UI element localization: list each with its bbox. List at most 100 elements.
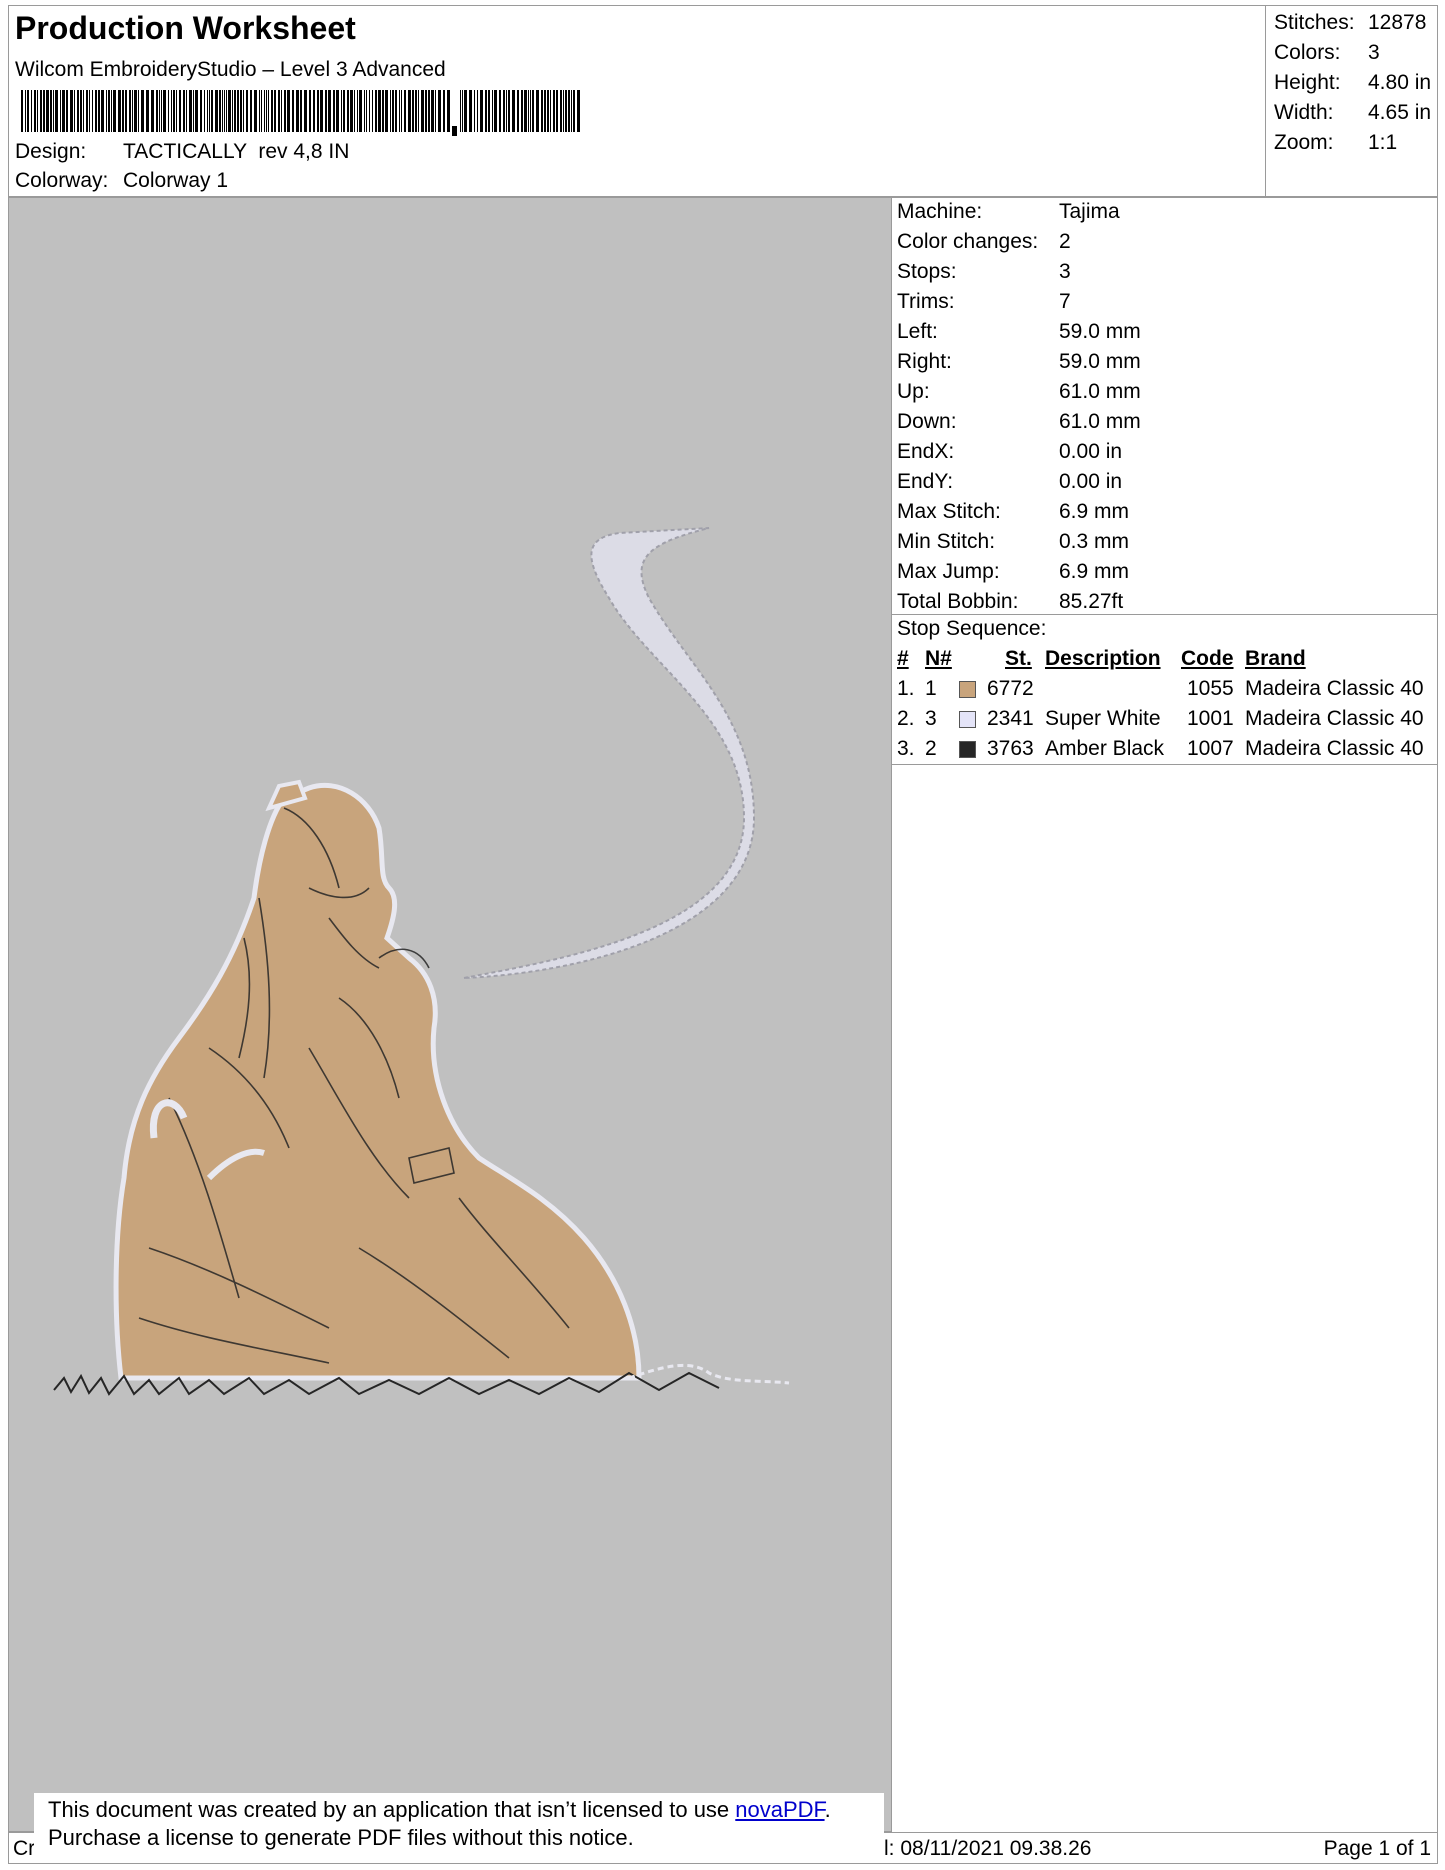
barcode-bar	[268, 90, 269, 132]
barcode-bar	[108, 90, 110, 132]
barcode-bar	[118, 90, 121, 132]
barcode-bar	[431, 90, 434, 132]
barcode-bar	[89, 90, 90, 132]
barcode-bar	[464, 90, 467, 132]
barcode-bar	[25, 90, 26, 132]
embroidery-artwork	[53, 527, 790, 1396]
barcode-bar	[390, 90, 391, 132]
stat-height: Height: 4.80 in	[1274, 71, 1432, 94]
barcode-bar	[186, 90, 187, 132]
barcode-bar	[141, 90, 144, 132]
detail-color-changes: Color changes: 2	[897, 230, 1071, 253]
barcode-bar	[485, 90, 487, 132]
barcode-bar	[392, 90, 394, 132]
detail-right: Right: 59.0 mm	[897, 350, 1141, 373]
barcode-bar	[159, 90, 160, 132]
barcode-bar	[474, 90, 475, 132]
barcode-bar	[547, 90, 549, 132]
barcode-bar	[46, 90, 49, 132]
smoke-trail	[463, 527, 756, 979]
row-brand: Madeira Classic 40	[1245, 707, 1424, 730]
stat-zoom: Zoom: 1:1	[1274, 131, 1398, 154]
license-notice: This document was created by an applicat…	[34, 1793, 884, 1861]
barcode-bar	[488, 90, 490, 132]
barcode-bar	[412, 90, 414, 132]
detail-endy: EndY: 0.00 in	[897, 470, 1123, 493]
barcode-bar	[460, 90, 461, 132]
barcode-bar	[281, 90, 282, 132]
col-header-brand: Brand	[1245, 647, 1306, 670]
barcode-bar	[544, 90, 546, 132]
detail-machine: Machine: Tajima	[897, 200, 1120, 223]
barcode-bar	[325, 90, 327, 132]
row-description: Amber Black	[1045, 737, 1165, 760]
colorway-value: Colorway 1	[123, 169, 229, 192]
color-swatch	[959, 741, 976, 758]
barcode-bar	[98, 90, 100, 132]
barcode-bar	[320, 90, 323, 132]
barcode-bar	[138, 90, 139, 132]
barcode-bar	[55, 90, 58, 132]
barcode-bar	[364, 90, 365, 132]
barcode-bar	[232, 90, 233, 132]
barcode-bar	[524, 90, 527, 132]
barcode-bar	[333, 90, 335, 132]
barcode-bar	[506, 90, 507, 132]
barcode-bar	[209, 90, 210, 132]
row-code: 1007	[1187, 737, 1234, 760]
barcode-bar	[234, 90, 236, 132]
stat-colors: Colors: 3	[1274, 41, 1380, 64]
barcode-bar	[428, 90, 430, 132]
barcode-bar	[34, 90, 36, 132]
col-header-code: Code	[1181, 647, 1234, 670]
barcode-bar	[259, 90, 260, 132]
barcode-bar	[254, 90, 257, 132]
barcode-bar	[382, 90, 384, 132]
barcode-bar	[480, 90, 483, 132]
barcode-bar	[219, 90, 221, 132]
color-swatch	[959, 711, 976, 728]
barcode-bar	[132, 90, 133, 132]
barcode-bar	[536, 90, 539, 132]
detail-endx: EndX: 0.00 in	[897, 440, 1123, 463]
barcode-bar	[83, 90, 84, 132]
barcode-bar	[532, 90, 534, 132]
row-description: Super White	[1045, 707, 1161, 730]
barcode-bar	[477, 90, 478, 132]
notice-line-1: This document was created by an applicat…	[48, 1797, 831, 1822]
empty-panel	[892, 765, 1438, 1832]
barcode-bar	[512, 90, 515, 132]
barcode-bar	[292, 90, 294, 132]
barcode-bar	[443, 90, 445, 132]
barcode-bar	[50, 90, 52, 132]
detail-min-stitch: Min Stitch: 0.3 mm	[897, 530, 1130, 553]
row-stitches: 2341	[987, 707, 1034, 730]
barcode-bar	[37, 90, 38, 132]
stop-sequence: Stop Sequence: # N# St. Description Code…	[892, 615, 1438, 765]
barcode-bar	[224, 90, 225, 132]
stat-width: Width: 4.65 in	[1274, 101, 1432, 124]
col-header-st: St.	[1005, 647, 1032, 670]
detail-left: Left: 59.0 mm	[897, 320, 1141, 343]
barcode-bar	[565, 90, 567, 132]
detail-max-jump: Max Jump: 6.9 mm	[897, 560, 1130, 583]
footer-created-label: Cr	[13, 1837, 36, 1860]
barcode-bar	[111, 90, 112, 132]
barcode-bar	[204, 90, 205, 132]
barcode-bar	[435, 90, 436, 132]
barcode-bar	[62, 90, 65, 132]
row-stitches: 6772	[987, 677, 1034, 700]
barcode-bar	[418, 90, 419, 132]
design-stats: Stitches: 12878 Colors: 3 Height: 4.80 in W…	[1265, 5, 1439, 197]
novapdf-link[interactable]: novaPDF	[735, 1797, 824, 1822]
barcode-bar	[246, 90, 248, 132]
barcode-bar	[313, 90, 315, 132]
row-code: 1055	[1187, 677, 1234, 700]
barcode-bar	[168, 90, 169, 132]
row-brand: Madeira Classic 40	[1245, 677, 1424, 700]
barcode-bar	[304, 90, 307, 132]
barcode-bar	[21, 90, 23, 132]
barcode-bar	[366, 90, 367, 132]
barcode-bar	[95, 90, 97, 132]
row-stitches: 3763	[987, 737, 1034, 760]
